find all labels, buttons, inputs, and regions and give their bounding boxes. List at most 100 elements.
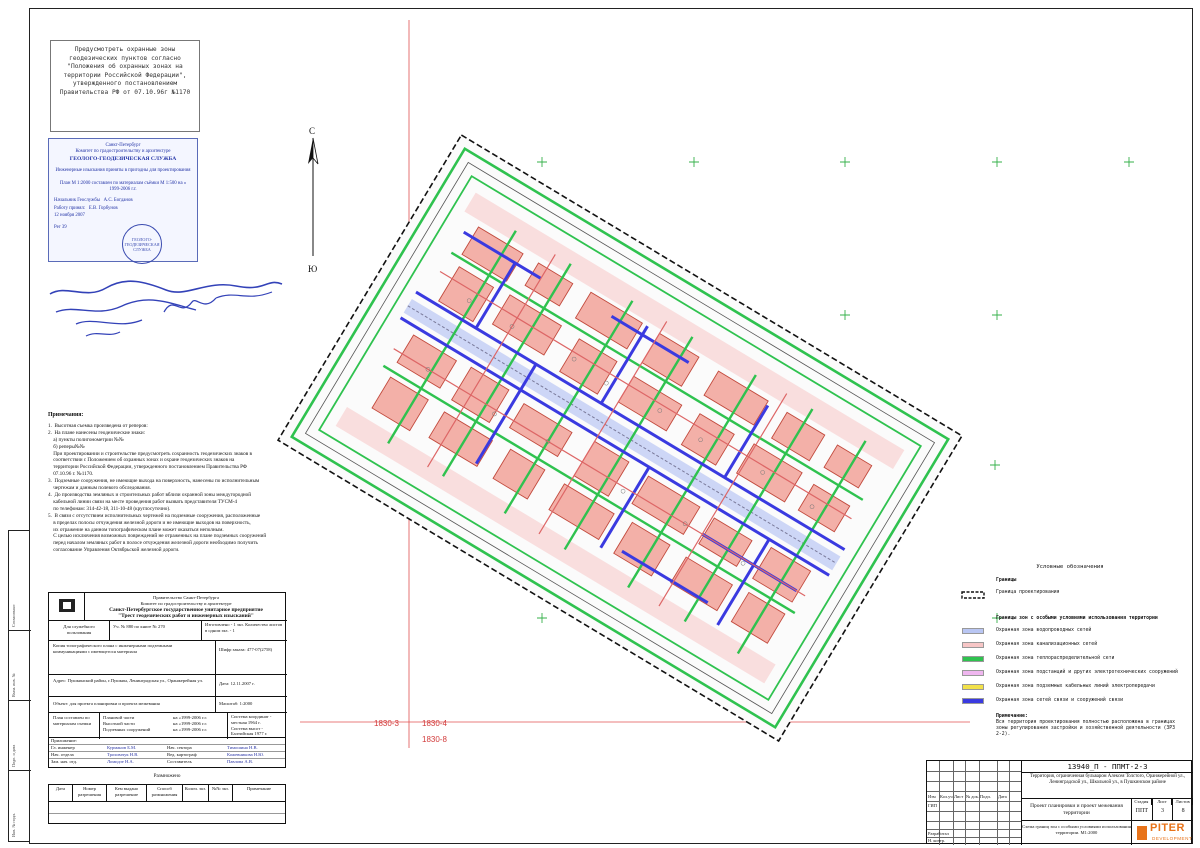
approval-name: Трохимчук Н.В.	[107, 752, 139, 757]
revision-header: Кол.уч	[940, 794, 953, 799]
approval-role: Нач. отдела	[51, 752, 74, 757]
legend-swatch	[962, 698, 984, 704]
north-label: С	[309, 126, 315, 136]
note-line: 5. В связи с отсутствием исполнительных …	[48, 512, 261, 519]
sheets-value: 8	[1181, 808, 1185, 814]
stamp-control: Н. контр.	[928, 838, 946, 843]
stage-cell: Стадия ППТ	[1132, 799, 1153, 820]
legend-item: Охранная зона подстанций и других электр…	[960, 670, 1180, 678]
strip-cell: Согласовано	[9, 531, 31, 631]
approval-name: Курманов Б.М.	[107, 745, 137, 750]
note-line: б) реперы№№	[48, 443, 85, 450]
note-line: кабельной линии связи на месте проведени…	[48, 498, 238, 505]
legend-item: Охранная зона водопроводных сетей	[960, 628, 1180, 636]
piter-logo-icon	[1137, 826, 1147, 840]
approval-name: Ломидзе Н.А.	[107, 759, 134, 764]
tb-systems: Система координат - местная 1964 г. Сист…	[229, 713, 287, 739]
tb-height-sys: Система высот - Балтийская 1977 г.	[231, 725, 268, 737]
reproduction-title: Размножено	[153, 773, 181, 779]
tb-uch: Уч. № 880 по книге № 270	[113, 624, 165, 629]
south-label: Ю	[308, 264, 317, 274]
note-line: согласование Управления Октябрьской желе…	[48, 547, 180, 554]
logo-main-text: PITER	[1150, 822, 1185, 834]
notes-block: Примечания: 1. Высотная съемка произведе…	[48, 412, 298, 554]
sheets-label: Листов	[1173, 799, 1194, 805]
strip-label: Инв. № подл.	[11, 813, 16, 837]
stage-table: Стадия ППТ Лист 3 Листов 8	[1131, 799, 1194, 821]
approval-name: Кожевникова Н.Ю.	[227, 752, 265, 757]
approval-row: Гл. инженер Курманов Б.М. Нач. сектора Т…	[49, 744, 285, 751]
tb-source-label: План составлен по материалам съемки	[53, 715, 92, 726]
tb-object: Объект: для проекта планировки и проекта…	[53, 701, 160, 706]
map-legend: Условные обозначения Границы Граница про…	[960, 564, 1180, 737]
tb-coord-sys: Система координат - местная 1964 г.	[231, 714, 272, 725]
note-line: чертежам и данным полевого обследования.	[48, 485, 151, 492]
reproduction-header: №№ экз.	[209, 785, 233, 801]
note-line: по телефонам: 314-42-18, 311-10-48 (круг…	[48, 505, 171, 512]
project-title: Проект планировки и проект межевания тер…	[1021, 799, 1131, 821]
ggs-work-name: Е.В. Горбунов	[88, 205, 118, 211]
revision-header: Изм	[928, 794, 936, 799]
reproduction-header: Колич. экз.	[183, 785, 209, 801]
strip-label: Согласовано	[11, 604, 16, 627]
stage-label: Стадия	[1132, 799, 1152, 805]
approval-row: Нач. отдела Трохимчук Н.В. Вед. картогра…	[49, 751, 285, 758]
sheet-label: Лист	[1153, 799, 1173, 805]
legend-item: Охранная зона канализационных сетей	[960, 642, 1180, 650]
revision-grid: Изм Кол.уч Лист № док. Подп. Дата ГИП Ра…	[927, 761, 1021, 845]
project-code: 13940_П - ППМТ-2-3	[1021, 761, 1193, 773]
legend-label: Охранная зона теплораспределительной сет…	[996, 656, 1115, 661]
tb-row-address: Адрес: Пушкинский район, г.Пушкин, Ленин…	[49, 675, 287, 697]
legend-zones-head: Границы зон с особыми условиями использо…	[996, 616, 1158, 621]
note-line: 2. На плане нанесены геодезические знаки…	[48, 429, 146, 436]
legend-label: Охранная зона сетей связи и сооружений с…	[996, 698, 1124, 703]
sheet-cell: Лист 3	[1153, 799, 1174, 820]
side-approval-strip: Согласовано Взам. инв. № Подп. и дата Ин…	[8, 530, 31, 842]
ggs-work-signature: Работу принял: Е.В. Горбунов	[54, 206, 192, 212]
main-title-stamp: Изм Кол.уч Лист № док. Подп. Дата ГИП Ра…	[926, 760, 1194, 845]
strip-cell: Подп. и дата	[9, 701, 31, 771]
approval-name: Павлова А.В.	[227, 759, 254, 764]
sheets-cell: Листов 8	[1173, 799, 1194, 820]
drawing-sheet: Предусмотреть охранные зоны геодезически…	[0, 0, 1200, 848]
ggs-line-4: Инженерные изыскания приняты в пригодны …	[55, 168, 191, 174]
reproduction-header: Номер разрешения	[73, 785, 107, 801]
ggs-round-seal: ГЕОЛОГО-ГЕОДЕЗИЧЕСКАЯ СЛУЖБА	[122, 224, 162, 264]
legend-swatch	[962, 628, 984, 634]
legend-boundary-design: Граница проектирования	[996, 590, 1060, 595]
revision-header: Подп.	[980, 794, 991, 799]
note-line: 07.10.96 г. №1170.	[48, 471, 94, 478]
legend-swatch	[962, 656, 984, 662]
tb-copies: Изготовлено - 1 экз. Количество листов в…	[205, 622, 283, 633]
tb-under-years: на «1999-2006 г.г.	[173, 726, 208, 732]
tb-cipher: Шифр заказа: 477-07(2758)	[219, 647, 273, 652]
legend-swatch	[962, 670, 984, 676]
note-line: 4. До производства земляных и строительн…	[48, 491, 252, 498]
tb-row-object: Объект: для проекта планировки и проекта…	[49, 697, 287, 713]
note-line: а) пункты полигонометрии №№	[48, 436, 124, 443]
sheet-name: Схема границ зон с особыми условиями исп…	[1021, 821, 1131, 845]
strip-label: Подп. и дата	[11, 744, 16, 767]
approval-role: Вед. картограф	[167, 752, 197, 757]
strip-label: Взам. инв. №	[11, 673, 16, 697]
handwritten-signature	[49, 280, 283, 337]
coord-label-left: 1830-3	[374, 719, 399, 728]
reproduction-header: Дата	[49, 785, 73, 801]
legend-note: Вся территория проектирования полностью …	[996, 720, 1176, 737]
geodetic-zone-note: Предусмотреть охранные зоны геодезически…	[59, 46, 191, 96]
ggs-reg: Рег 39	[54, 224, 67, 230]
approval-row: Зам. нач. отд. Ломидзе Н.А. Составитель …	[49, 758, 285, 765]
reproduction-header: Примечание	[246, 786, 272, 791]
approvals-table: Приложение: Гл. инженер Курманов Б.М. На…	[48, 738, 286, 768]
piter-development-logo: PITER DEVELOPMENT	[1131, 821, 1193, 845]
coord-label-right: 1830-4	[422, 719, 447, 728]
approval-role: Составитель	[167, 759, 192, 764]
note-line: территории Российской Федерации, утвержд…	[48, 464, 247, 471]
ggs-work-label: Работу принял:	[54, 205, 86, 211]
stamp-gip: ГИП	[928, 803, 937, 808]
tb-org-4: "Трест геодезических работ и инженерных …	[118, 613, 254, 620]
logo-sub-text: DEVELOPMENT	[1152, 836, 1193, 841]
stamp-developer: Разработал	[928, 831, 949, 836]
tb-underground: Подземных сооружений	[103, 726, 151, 732]
revision-header: Лист	[954, 794, 964, 799]
